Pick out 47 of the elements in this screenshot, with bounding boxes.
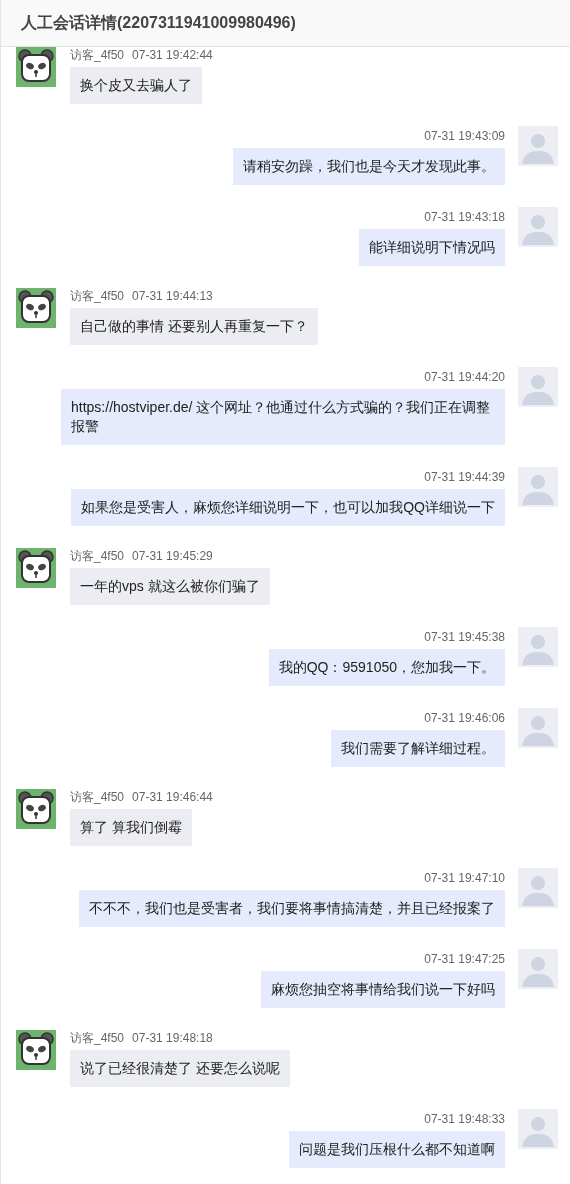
message-time: 07-31 19:45:38 (424, 630, 505, 644)
panda-avatar-icon (16, 288, 56, 328)
message-time: 07-31 19:46:44 (132, 790, 213, 804)
user-avatar-icon (518, 1109, 558, 1149)
user-avatar-icon (518, 868, 558, 908)
visitor-name: 访客_4f50 (70, 1031, 125, 1045)
user-avatar-icon (518, 627, 558, 667)
user-avatar-icon (518, 207, 558, 247)
panda-avatar-icon (16, 548, 56, 588)
visitor-name: 访客_4f50 (70, 790, 125, 804)
message-time: 07-31 19:45:29 (132, 549, 213, 563)
message-bubble: 能详细说明下情况吗 (359, 229, 505, 266)
message-bubble: 不不不，我们也是受害者，我们要将事情搞清楚，并且已经报案了 (79, 890, 505, 927)
visitor-name: 访客_4f50 (70, 289, 125, 303)
message-time: 07-31 19:44:39 (424, 470, 505, 484)
message-time: 07-31 19:43:18 (424, 210, 505, 224)
visitor-name: 访客_4f50 (70, 48, 125, 62)
user-avatar-icon (518, 367, 558, 407)
message-bubble: 如果您是受害人，麻烦您详细说明一下，也可以加我QQ详细说一下 (71, 489, 505, 526)
user-avatar-icon (518, 467, 558, 507)
message-bubble: 我的QQ：9591050，您加我一下。 (268, 649, 505, 686)
visitor-name: 访客_4f50 (70, 549, 125, 563)
message-bubble: 换个皮又去骗人了 (70, 67, 202, 104)
panda-avatar-icon (16, 1030, 56, 1070)
message-bubble: 我们需要了解详细过程。 (331, 730, 505, 767)
message-time: 07-31 19:47:10 (424, 871, 505, 885)
dialog-title: 人工会话详情(2207311941009980496) (21, 13, 296, 33)
message-time: 07-31 19:44:13 (132, 289, 213, 303)
message-bubble: 问题是我们压根什么都不知道啊 (289, 1131, 505, 1168)
message-time: 07-31 19:46:06 (424, 711, 505, 725)
user-avatar-icon (518, 708, 558, 748)
user-avatar-icon (518, 126, 558, 166)
message-bubble: 一年的vps 就这么被你们骗了 (70, 568, 270, 605)
message-time: 07-31 19:42:44 (132, 48, 213, 62)
message-bubble: 麻烦您抽空将事情给我们说一下好吗 (261, 971, 505, 1008)
user-avatar-icon (518, 949, 558, 989)
message-bubble: https://hostviper.de/ 这个网址？他通过什么方式骗的？我们正在调整报警 (61, 389, 505, 445)
message-time: 07-31 19:43:09 (424, 129, 505, 143)
message-bubble: 算了 算我们倒霉 (70, 809, 192, 846)
message-time: 07-31 19:48:33 (424, 1112, 505, 1126)
message-bubble: 自己做的事情 还要别人再重复一下？ (70, 308, 318, 345)
message-time: 07-31 19:48:18 (132, 1031, 213, 1045)
panda-avatar-icon (16, 789, 56, 829)
message-bubble: 说了已经很清楚了 还要怎么说呢 (70, 1050, 290, 1087)
message-time: 07-31 19:44:20 (424, 370, 505, 384)
message-time: 07-31 19:47:25 (424, 952, 505, 966)
message-bubble: 请稍安勿躁，我们也是今天才发现此事。 (233, 148, 505, 185)
